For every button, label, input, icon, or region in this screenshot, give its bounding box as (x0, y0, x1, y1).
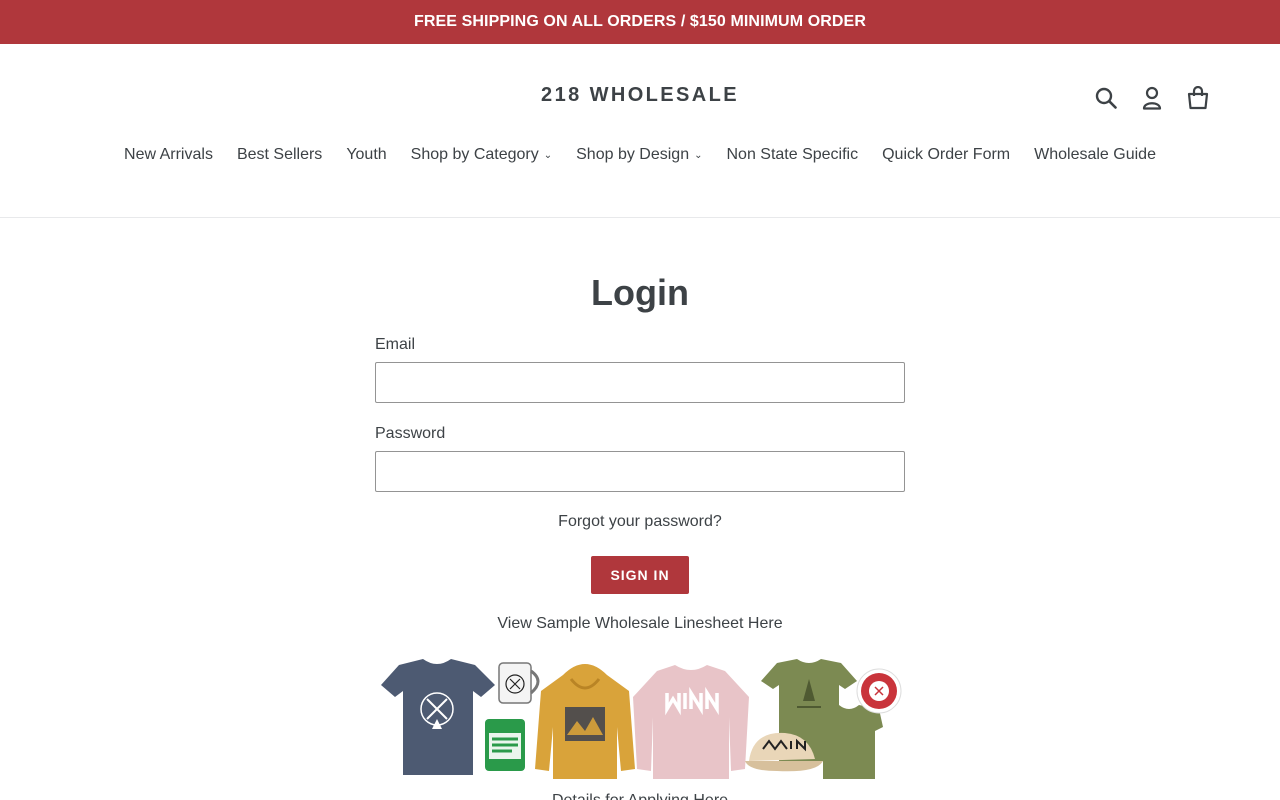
sign-in-button[interactable]: SIGN IN (591, 556, 689, 594)
account-icon[interactable] (1136, 82, 1168, 114)
nav-non-state-specific[interactable]: Non State Specific (714, 143, 870, 167)
password-label: Password (375, 425, 446, 442)
page-title: Login (591, 272, 689, 313)
nav-label: New Arrivals (124, 146, 213, 163)
nav-new-arrivals[interactable]: New Arrivals (112, 143, 225, 167)
site-logo[interactable]: 218 WHOLESALE (0, 84, 1280, 107)
search-icon[interactable] (1090, 82, 1122, 114)
login-form: Email Password (375, 334, 905, 492)
product-collage-image[interactable] (377, 657, 903, 785)
koozie-green (485, 719, 525, 771)
announcement-bar: FREE SHIPPING ON ALL ORDERS / $150 MINIM… (0, 0, 1280, 44)
hoodie-yellow (535, 664, 635, 779)
email-label: Email (375, 336, 416, 353)
header-icons (1090, 82, 1214, 114)
chevron-down-icon: ⌄ (543, 150, 553, 161)
email-field[interactable] (375, 362, 905, 403)
linesheet-link[interactable]: View Sample Wholesale Linesheet Here (0, 615, 1280, 633)
nav-shop-by-design[interactable]: Shop by Design ⌄ (564, 143, 714, 167)
nav-label: Wholesale Guide (1034, 146, 1156, 163)
nav-label: Non State Specific (726, 146, 859, 163)
site-header: 218 WHOLESALE New Arrivals Best Sellers … (0, 44, 1280, 218)
main-nav: New Arrivals Best Sellers Youth Shop by … (0, 143, 1280, 167)
sweatshirt-pink (633, 665, 749, 779)
apply-details-link[interactable]: Details for Applying Here (0, 792, 1280, 800)
cart-icon[interactable] (1182, 82, 1214, 114)
nav-shop-by-category[interactable]: Shop by Category ⌄ (399, 143, 564, 167)
camp-mug (498, 662, 540, 704)
password-field[interactable] (375, 451, 905, 492)
nav-label: Quick Order Form (882, 146, 1011, 163)
nav-label: Youth (346, 146, 387, 163)
announcement-text: FREE SHIPPING ON ALL ORDERS / $150 MINIM… (414, 13, 866, 30)
nav-best-sellers[interactable]: Best Sellers (225, 143, 334, 167)
nav-label: Shop by Design (576, 146, 690, 163)
nav-label: Shop by Category (410, 146, 539, 163)
nav-quick-order-form[interactable]: Quick Order Form (870, 143, 1022, 167)
nav-youth[interactable]: Youth (334, 143, 398, 167)
forgot-password-link[interactable]: Forgot your password? (0, 513, 1280, 531)
sticker-red (856, 668, 902, 714)
nav-label: Best Sellers (236, 146, 323, 163)
nav-wholesale-guide[interactable]: Wholesale Guide (1022, 143, 1168, 167)
chevron-down-icon: ⌄ (694, 150, 703, 161)
tshirt-navy (381, 659, 495, 775)
